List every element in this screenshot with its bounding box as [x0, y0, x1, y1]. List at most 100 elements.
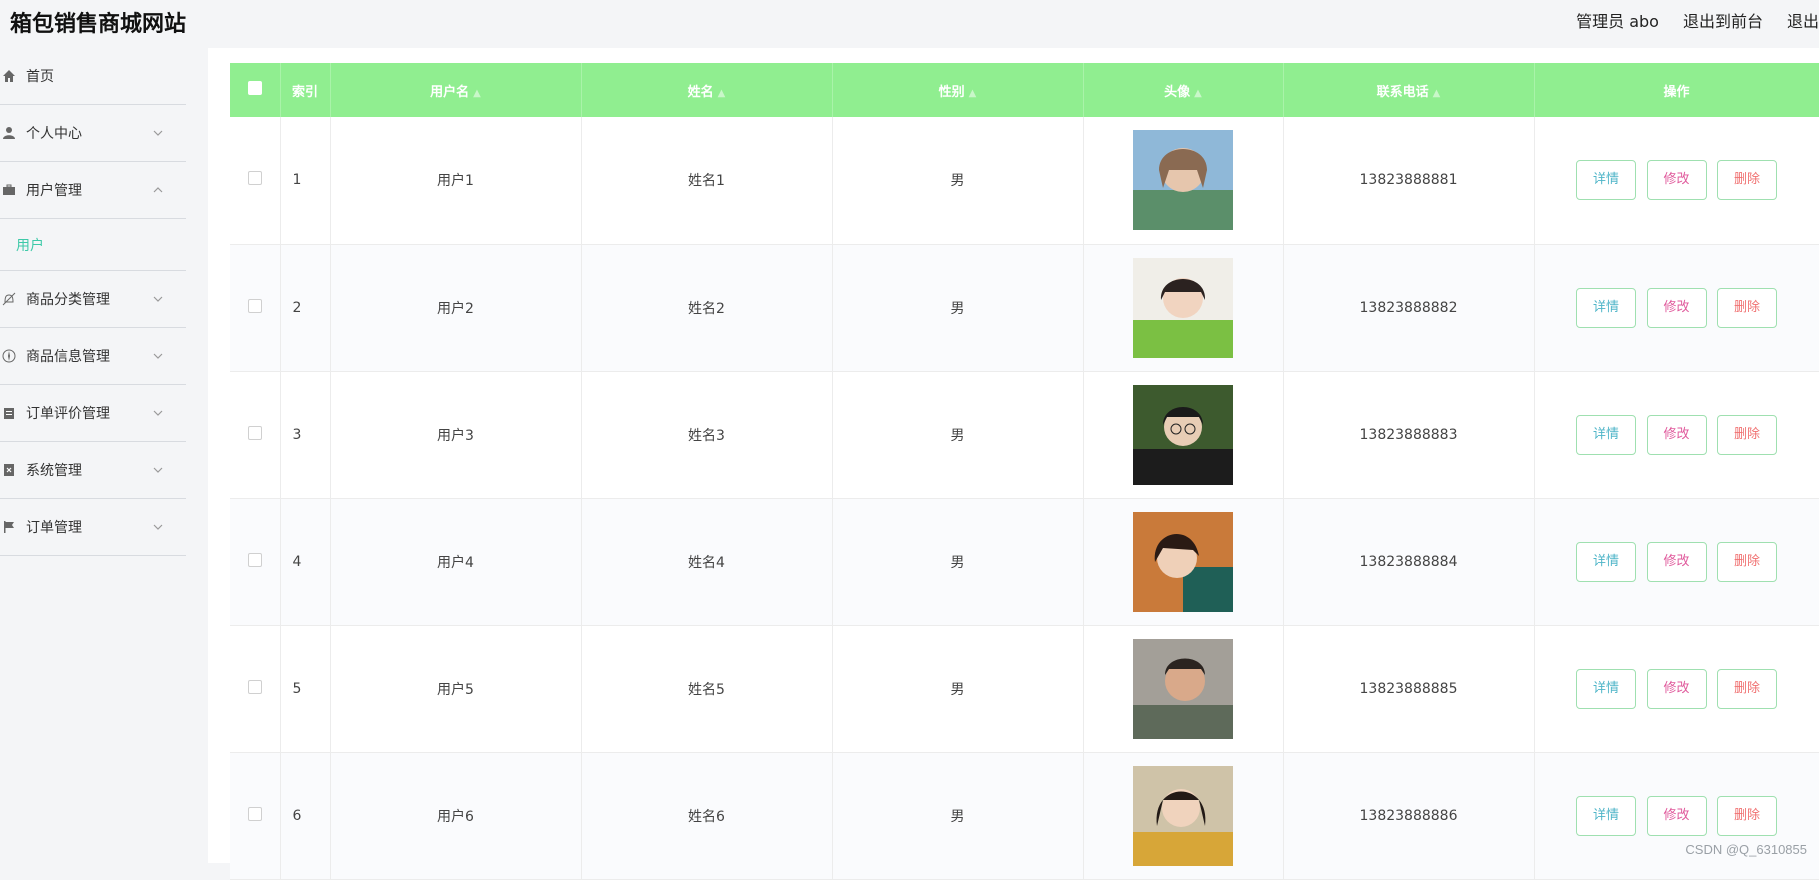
edit-button[interactable]: 修改 — [1647, 160, 1707, 200]
sidebar-item-user-management[interactable]: 用户管理 — [0, 162, 186, 219]
edit-button[interactable]: 修改 — [1647, 415, 1707, 455]
sidebar-item-system-management[interactable]: 系统管理 — [0, 442, 186, 499]
row-name: 姓名6 — [581, 752, 832, 879]
row-name: 姓名2 — [581, 244, 832, 371]
row-checkbox[interactable] — [248, 680, 262, 694]
row-name: 姓名4 — [581, 498, 832, 625]
row-index: 6 — [280, 752, 330, 879]
detail-button[interactable]: 详情 — [1576, 288, 1636, 328]
sidebar-item-label: 订单评价管理 — [26, 403, 110, 423]
avatar[interactable] — [1133, 766, 1233, 866]
row-name: 姓名1 — [581, 117, 832, 244]
row-phone: 13823888882 — [1283, 244, 1534, 371]
avatar[interactable] — [1133, 639, 1233, 739]
admin-label: 管理员 abo — [1576, 8, 1659, 32]
detail-button[interactable]: 详情 — [1576, 669, 1636, 709]
row-username: 用户4 — [330, 498, 581, 625]
user-icon — [0, 124, 18, 142]
avatar[interactable] — [1133, 130, 1233, 230]
detail-button[interactable]: 详情 — [1576, 415, 1636, 455]
row-username: 用户1 — [330, 117, 581, 244]
sidebar-item-label: 系统管理 — [26, 460, 82, 480]
delete-button[interactable]: 删除 — [1717, 669, 1777, 709]
sort-icon: ▲ — [1194, 88, 1202, 99]
row-phone: 13823888881 — [1283, 117, 1534, 244]
top-bar: 箱包销售商城网站 管理员 abo 退出到前台 退出 — [0, 0, 1819, 48]
watermark: CSDN @Q_6310855 — [1685, 842, 1807, 857]
avatar[interactable] — [1133, 512, 1233, 612]
sidebar-item-label: 首页 — [26, 66, 54, 86]
delete-button[interactable]: 删除 — [1717, 542, 1777, 582]
sidebar-item-label: 用户管理 — [26, 180, 82, 200]
sidebar-item-label: 商品信息管理 — [26, 346, 110, 366]
select-all-checkbox[interactable] — [248, 81, 262, 95]
table-row: 5 用户5 姓名5 男 13823888885 详情 修改 删除 — [230, 625, 1819, 752]
delete-button[interactable]: 删除 — [1717, 796, 1777, 836]
column-header-gender[interactable]: 性别▲ — [832, 63, 1083, 117]
avatar[interactable] — [1133, 385, 1233, 485]
row-phone: 13823888885 — [1283, 625, 1534, 752]
briefcase-icon — [0, 181, 18, 199]
chevron-up-icon — [152, 184, 164, 196]
sidebar-item-home[interactable]: 首页 — [0, 48, 186, 105]
column-header-name[interactable]: 姓名▲ — [581, 63, 832, 117]
select-all-cell — [230, 63, 280, 117]
column-header-username[interactable]: 用户名▲ — [330, 63, 581, 117]
avatar[interactable] — [1133, 258, 1233, 358]
delete-button[interactable]: 删除 — [1717, 288, 1777, 328]
row-phone: 13823888886 — [1283, 752, 1534, 879]
row-gender: 男 — [832, 244, 1083, 371]
site-title: 箱包销售商城网站 — [10, 6, 186, 38]
logout-link[interactable]: 退出 — [1787, 8, 1819, 32]
edit-button[interactable]: 修改 — [1647, 288, 1707, 328]
row-checkbox[interactable] — [248, 171, 262, 185]
sort-icon: ▲ — [718, 88, 726, 99]
row-username: 用户3 — [330, 371, 581, 498]
exit-to-front-link[interactable]: 退出到前台 — [1683, 8, 1763, 32]
row-username: 用户6 — [330, 752, 581, 879]
chevron-down-icon — [152, 127, 164, 139]
delete-button[interactable]: 删除 — [1717, 415, 1777, 455]
top-right-links: 管理员 abo 退出到前台 退出 — [1576, 8, 1819, 32]
row-index: 4 — [280, 498, 330, 625]
edit-button[interactable]: 修改 — [1647, 542, 1707, 582]
table-row: 4 用户4 姓名4 男 13823888884 详情 修改 删除 — [230, 498, 1819, 625]
row-phone: 13823888883 — [1283, 371, 1534, 498]
bell-off-icon — [0, 290, 18, 308]
column-header-phone[interactable]: 联系电话▲ — [1283, 63, 1534, 117]
column-header-index[interactable]: 索引 — [280, 63, 330, 117]
sidebar-item-review-management[interactable]: 订单评价管理 — [0, 385, 186, 442]
detail-button[interactable]: 详情 — [1576, 542, 1636, 582]
row-index: 3 — [280, 371, 330, 498]
row-gender: 男 — [832, 625, 1083, 752]
row-index: 5 — [280, 625, 330, 752]
column-header-avatar[interactable]: 头像▲ — [1083, 63, 1283, 117]
row-checkbox[interactable] — [248, 426, 262, 440]
edit-button[interactable]: 修改 — [1647, 796, 1707, 836]
delete-button[interactable]: 删除 — [1717, 160, 1777, 200]
submenu-item-users[interactable]: 用户 — [0, 219, 186, 271]
row-gender: 男 — [832, 752, 1083, 879]
chevron-down-icon — [152, 293, 164, 305]
sidebar-item-order-management[interactable]: 订单管理 — [0, 499, 186, 556]
row-phone: 13823888884 — [1283, 498, 1534, 625]
sort-icon: ▲ — [473, 88, 481, 99]
sidebar-item-personal-center[interactable]: 个人中心 — [0, 105, 186, 162]
row-checkbox[interactable] — [248, 299, 262, 313]
clipboard-icon — [0, 404, 18, 422]
chevron-down-icon — [152, 464, 164, 476]
row-checkbox[interactable] — [248, 553, 262, 567]
row-index: 2 — [280, 244, 330, 371]
row-checkbox[interactable] — [248, 807, 262, 821]
chevron-down-icon — [152, 407, 164, 419]
flag-icon — [0, 518, 18, 536]
sidebar-item-product-management[interactable]: 商品信息管理 — [0, 328, 186, 385]
table-row: 1 用户1 姓名1 男 13823888881 详情 修改 删除 — [230, 117, 1819, 244]
edit-button[interactable]: 修改 — [1647, 669, 1707, 709]
detail-button[interactable]: 详情 — [1576, 796, 1636, 836]
table-header-row: 索引 用户名▲ 姓名▲ 性别▲ 头像▲ 联系电话▲ 操作 — [230, 63, 1819, 117]
row-name: 姓名5 — [581, 625, 832, 752]
table-row: 3 用户3 姓名3 男 13823888883 详情 修改 删除 — [230, 371, 1819, 498]
sidebar-item-category-management[interactable]: 商品分类管理 — [0, 271, 186, 328]
detail-button[interactable]: 详情 — [1576, 160, 1636, 200]
